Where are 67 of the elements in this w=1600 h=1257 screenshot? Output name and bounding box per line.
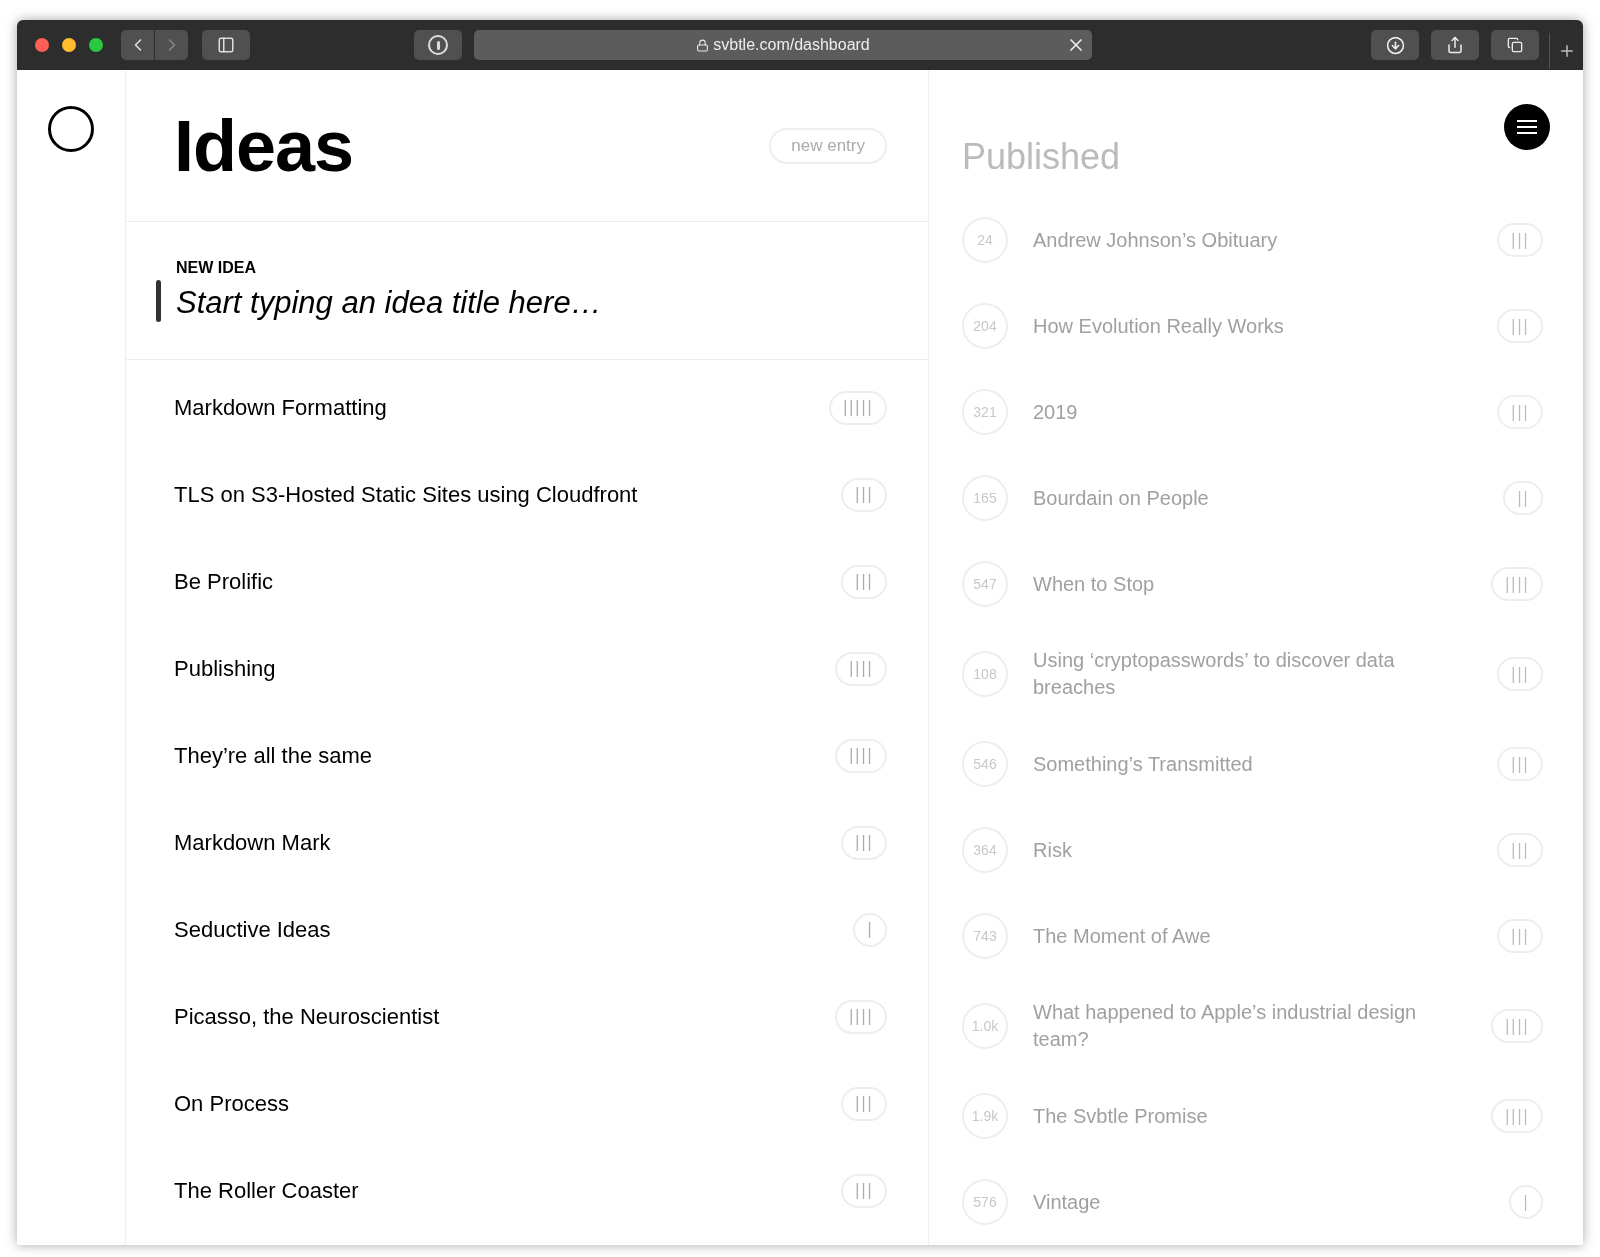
close-window-icon[interactable] — [35, 38, 49, 52]
tally-pill[interactable]: | — [1508, 1185, 1543, 1219]
idea-title[interactable]: Markdown Mark — [174, 826, 331, 859]
lock-icon — [696, 38, 710, 52]
idea-title[interactable]: The Roller Coaster — [174, 1174, 359, 1207]
tally-pill[interactable]: |||| — [834, 999, 887, 1034]
tally-pill[interactable]: |||| — [1490, 567, 1543, 601]
tabs-button[interactable] — [1491, 30, 1539, 60]
address-bar[interactable]: svbtle.com/dashboard — [474, 30, 1092, 60]
post-title[interactable]: The Moment of Awe — [1033, 922, 1472, 950]
sidebar-button[interactable] — [202, 30, 250, 60]
post-title[interactable]: Something’s Transmitted — [1033, 750, 1472, 778]
idea-title[interactable]: Picasso, the Neuroscientist — [174, 1000, 440, 1033]
idea-title[interactable]: TLS on S3-Hosted Static Sites using Cloudfront — [174, 478, 638, 511]
idea-title[interactable]: They’re all the same — [174, 739, 373, 772]
idea-title[interactable]: Be Prolific — [174, 565, 274, 598]
post-title[interactable]: 2019 — [1033, 398, 1472, 426]
idea-title[interactable]: Publishing — [174, 652, 276, 685]
tally-pill[interactable]: ||| — [840, 825, 887, 860]
url-text: svbtle.com/dashboard — [713, 35, 870, 55]
downloads-button[interactable] — [1371, 30, 1419, 60]
tally-pill[interactable]: ||| — [1496, 309, 1543, 343]
menu-button[interactable] — [1504, 104, 1550, 150]
share-icon — [1446, 36, 1464, 54]
page-title: Ideas — [174, 104, 354, 188]
tally-pill[interactable]: |||| — [1490, 1099, 1543, 1133]
post-title[interactable]: Risk — [1033, 836, 1472, 864]
section-title: Published — [962, 135, 1121, 179]
tally-pill[interactable]: ||| — [840, 564, 887, 599]
post-title[interactable]: Using ‘cryptopasswords’ to discover data breaches — [1033, 647, 1472, 701]
idea-title[interactable]: On Process — [174, 1087, 289, 1120]
tally-pill[interactable]: ||| — [1496, 833, 1543, 867]
post-title[interactable]: Vintage — [1033, 1188, 1484, 1216]
idea-title-field[interactable]: Start typing an idea title here… — [176, 281, 887, 326]
download-icon — [1385, 35, 1405, 55]
tally-pill[interactable]: ||| — [1496, 747, 1543, 781]
tally-pill[interactable]: ||| — [840, 477, 887, 512]
keyhole-icon — [428, 35, 448, 55]
tally-pill[interactable]: ||| — [1496, 223, 1543, 257]
tally-pill[interactable]: ||| — [840, 1173, 887, 1208]
tally-pill[interactable]: ||| — [1496, 395, 1543, 429]
tally-pill[interactable]: || — [1502, 481, 1543, 515]
idea-title[interactable]: Seductive Ideas — [174, 913, 331, 946]
post-title[interactable]: How Evolution Really Works — [1033, 312, 1472, 340]
back-button[interactable] — [121, 30, 154, 60]
tally-pill[interactable]: ||| — [1496, 657, 1543, 691]
sidebar-icon — [217, 36, 235, 54]
post-title[interactable]: What happened to Apple’s industrial design team? — [1033, 999, 1466, 1053]
post-title[interactable]: When to Stop — [1033, 570, 1466, 598]
tally-pill[interactable]: ||||| — [828, 390, 887, 425]
tally-pill[interactable]: ||| — [1496, 919, 1543, 953]
tally-pill[interactable]: ||| — [840, 1086, 887, 1121]
tally-pill[interactable]: |||| — [834, 651, 887, 686]
zoom-window-icon[interactable] — [89, 38, 103, 52]
idea-title[interactable]: Markdown Formatting — [174, 391, 387, 424]
share-button[interactable] — [1431, 30, 1479, 60]
post-title[interactable]: Bourdain on People — [1033, 484, 1478, 512]
password-manager-button[interactable] — [414, 30, 462, 60]
post-title[interactable]: Andrew Johnson’s Obituary — [1033, 226, 1472, 254]
minimize-window-icon[interactable] — [62, 38, 76, 52]
tally-pill[interactable]: |||| — [834, 738, 887, 773]
new-idea-label: NEW IDEA — [176, 257, 257, 278]
tabs-icon — [1507, 37, 1523, 53]
tally-pill[interactable]: |||| — [1490, 1009, 1543, 1043]
tally-pill[interactable]: | — [852, 912, 887, 947]
post-title[interactable]: The Svbtle Promise — [1033, 1102, 1466, 1130]
new-entry-button[interactable]: new entry — [769, 127, 887, 164]
